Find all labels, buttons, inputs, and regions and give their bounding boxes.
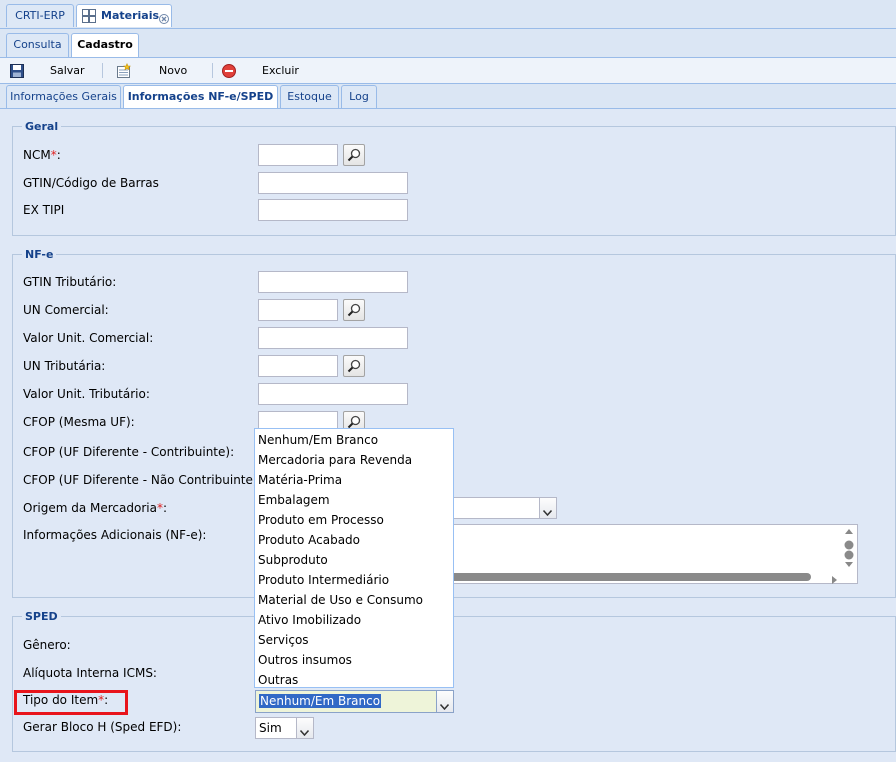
legend-nfe: NF-e [22, 248, 57, 261]
label-valor-unit-tributario: Valor Unit. Tributário: [23, 387, 150, 401]
dropdown-option[interactable]: Subproduto [258, 550, 328, 570]
delete-label: Excluir [262, 64, 299, 77]
label-valor-unit-comercial: Valor Unit. Comercial: [23, 331, 154, 345]
delete-icon [222, 64, 236, 78]
tipo-do-item-dropdown-list: Nenhum/Em Branco Mercadoria para Revenda… [254, 428, 454, 688]
label-genero: Gênero: [23, 638, 71, 652]
gerar-bloco-h-value: Sim [259, 721, 282, 735]
new-document-icon [116, 62, 132, 79]
origem-mercadoria-dropdown-button[interactable] [540, 497, 557, 519]
gtin-input[interactable] [258, 172, 408, 194]
label-un-comercial: UN Comercial: [23, 303, 109, 317]
save-button[interactable]: Salvar [10, 62, 90, 80]
tab-consulta[interactable]: Consulta [6, 33, 69, 57]
sub-tab-bar: Consulta Cadastro [0, 29, 896, 58]
tab-label: Informações Gerais [10, 90, 117, 103]
scrollbar-arrows-icon [844, 529, 854, 567]
toolbar: Salvar Novo Excluir [0, 58, 896, 84]
tab-label: Consulta [13, 38, 62, 51]
search-icon [347, 303, 361, 320]
label-aliquota-interna-icms: Alíquota Interna ICMS: [23, 666, 157, 680]
tab-label: Informações NF-e/SPED [127, 90, 274, 103]
new-label: Novo [159, 64, 188, 77]
dropdown-option[interactable]: Embalagem [258, 490, 330, 510]
label-gtin: GTIN/Código de Barras [23, 176, 159, 190]
required-mark: * [156, 501, 163, 515]
dropdown-option[interactable]: Outras [258, 670, 298, 690]
valor-unit-comercial-input[interactable] [258, 327, 408, 349]
label-informacoes-adicionais: Informações Adicionais (NF-e): [23, 528, 207, 542]
label-gerar-bloco-h: Gerar Bloco H (Sped EFD): [23, 720, 182, 734]
valor-unit-tributario-input[interactable] [258, 383, 408, 405]
tab-materiais[interactable]: Materiais [76, 4, 172, 27]
label-origem-text: Origem da Mercadoria [23, 501, 157, 515]
label-origem-mercadoria: Origem da Mercadoria*: [23, 501, 167, 515]
tipo-do-item-dropdown-button[interactable] [437, 690, 454, 713]
label-ncm: NCM*: [23, 148, 61, 162]
label-cfop-uf-diferente-contribuinte: CFOP (UF Diferente - Contribuinte): [23, 445, 235, 459]
legend-sped: SPED [22, 610, 61, 623]
toolbar-separator [212, 63, 213, 78]
top-tab-bar: CRTI-ERP Materiais [0, 0, 896, 29]
chevron-down-icon [299, 725, 310, 739]
tab-estoque[interactable]: Estoque [280, 85, 339, 108]
tab-informacoes-nfe-sped[interactable]: Informações NF-e/SPED [123, 85, 278, 108]
dropdown-option[interactable]: Matéria-Prima [258, 470, 342, 490]
gtin-tributario-input[interactable] [258, 271, 408, 293]
dropdown-option[interactable]: Material de Uso e Consumo [258, 590, 423, 610]
section-tab-bar: Informações Gerais Informações NF-e/SPED… [0, 84, 896, 109]
tipo-do-item-combo[interactable]: Nenhum/Em Branco [255, 690, 437, 713]
dropdown-option[interactable]: Produto Acabado [258, 530, 360, 550]
chevron-down-icon [542, 505, 553, 519]
dropdown-option[interactable]: Ativo Imobilizado [258, 610, 361, 630]
dropdown-option[interactable]: Serviços [258, 630, 309, 650]
un-comercial-input[interactable] [258, 299, 338, 321]
dropdown-option[interactable]: Outros insumos [258, 650, 352, 670]
dropdown-option[interactable]: Nenhum/Em Branco [258, 430, 378, 450]
dropdown-option[interactable]: Produto em Processo [258, 510, 384, 530]
tab-informacoes-gerais[interactable]: Informações Gerais [6, 85, 121, 108]
label-ex-tipi: EX TIPI [23, 203, 65, 217]
label-cfop-mesma-uf: CFOP (Mesma UF): [23, 415, 135, 429]
chevron-down-icon [439, 699, 450, 713]
dropdown-option[interactable]: Produto Intermediário [258, 570, 389, 590]
tipo-do-item-value: Nenhum/Em Branco [259, 694, 382, 708]
dropdown-option[interactable]: Mercadoria para Revenda [258, 450, 412, 470]
highlight-box [14, 690, 128, 715]
save-label: Salvar [50, 64, 85, 77]
scrollbar-thumb[interactable] [449, 573, 811, 581]
vertical-scrollbar[interactable] [841, 525, 857, 571]
label-gtin-tributario: GTIN Tributário: [23, 275, 117, 289]
ncm-input[interactable] [258, 144, 338, 166]
tab-label: Cadastro [77, 38, 133, 51]
search-icon [347, 148, 361, 165]
gerar-bloco-h-combo[interactable]: Sim [255, 717, 297, 739]
tab-cadastro[interactable]: Cadastro [71, 33, 139, 57]
grid-icon [82, 9, 96, 23]
tab-log[interactable]: Log [341, 85, 377, 108]
floppy-icon [10, 64, 24, 78]
un-tributaria-input[interactable] [258, 355, 338, 377]
delete-button[interactable]: Excluir [222, 62, 302, 80]
ncm-lookup-button[interactable] [343, 144, 365, 166]
tab-crti-erp[interactable]: CRTI-ERP [6, 4, 74, 27]
toolbar-separator [102, 63, 103, 78]
gerar-bloco-h-dropdown-button[interactable] [297, 717, 314, 739]
label-un-tributaria: UN Tributária: [23, 359, 106, 373]
un-comercial-lookup-button[interactable] [343, 299, 365, 321]
search-icon [347, 359, 361, 376]
close-icon[interactable] [159, 10, 169, 24]
required-mark: * [50, 148, 57, 162]
tab-label: Log [349, 90, 369, 103]
legend-geral: Geral [22, 120, 62, 133]
tab-label: Materiais [101, 9, 160, 22]
un-tributaria-lookup-button[interactable] [343, 355, 365, 377]
tab-label: Estoque [287, 90, 332, 103]
ex-tipi-input[interactable] [258, 199, 408, 221]
label-cfop-uf-diferente-nao-contribuinte: CFOP (UF Diferente - Não Contribuinte): [23, 473, 262, 487]
tab-label: CRTI-ERP [15, 9, 65, 22]
new-button[interactable]: Novo [116, 62, 196, 80]
label-ncm-text: NCM [23, 148, 51, 162]
scroll-right-icon[interactable] [831, 571, 839, 591]
